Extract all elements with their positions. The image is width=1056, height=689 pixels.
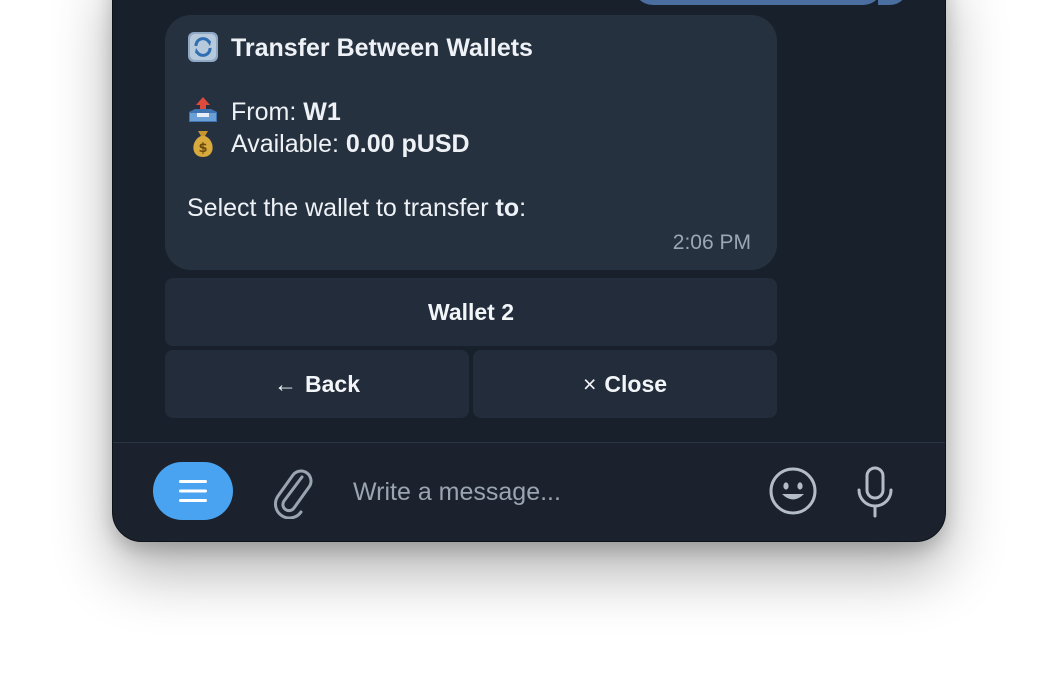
back-button[interactable]: ← Back (165, 350, 469, 418)
close-button[interactable]: × Close (473, 350, 777, 418)
chat-window: Transfer Between Wallets From: W1 $ Avai… (112, 0, 946, 542)
bubble-tail (878, 0, 908, 5)
select-line: Select the wallet to transfer to: (187, 193, 526, 223)
microphone-icon[interactable] (853, 465, 897, 519)
paperclip-icon[interactable] (269, 465, 317, 519)
wallet-2-label: Wallet 2 (427, 298, 515, 325)
back-label: Back (305, 370, 360, 397)
bot-message-bubble: Transfer Between Wallets From: W1 $ Avai… (165, 15, 777, 270)
arrows-counterclockwise-icon (188, 32, 218, 63)
close-icon: × (582, 370, 597, 397)
svg-text:$: $ (198, 141, 207, 156)
outbox-tray-icon (189, 97, 217, 123)
chat-area: Transfer Between Wallets From: W1 $ Avai… (113, 0, 945, 442)
previous-outgoing-message (633, 0, 883, 5)
smiley-icon[interactable] (767, 465, 819, 517)
money-bag-icon: $ (193, 131, 213, 158)
available-value: 0.00 pUSD (345, 130, 470, 158)
message-input[interactable] (345, 469, 741, 515)
message-title: Transfer Between Wallets (231, 34, 533, 62)
available-label: Available: (231, 130, 339, 158)
from-value: W1 (303, 98, 341, 126)
close-label: Close (604, 370, 668, 397)
from-label: From: (231, 98, 297, 126)
menu-icon (179, 480, 207, 502)
select-bold: to (495, 194, 520, 222)
message-title-line: Transfer Between Wallets (187, 32, 533, 65)
message-composer (113, 443, 945, 541)
bot-menu-button[interactable] (153, 462, 233, 520)
select-prefix: Select the wallet to transfer (187, 194, 489, 222)
message-timestamp: 2:06 PM (672, 231, 751, 254)
from-line: From: W1 (187, 97, 341, 129)
select-suffix: : (519, 194, 527, 222)
available-line: $ Available: 0.00 pUSD (187, 129, 470, 161)
arrow-left-icon: ← (274, 370, 297, 397)
wallet-2-button[interactable]: Wallet 2 (165, 278, 777, 346)
